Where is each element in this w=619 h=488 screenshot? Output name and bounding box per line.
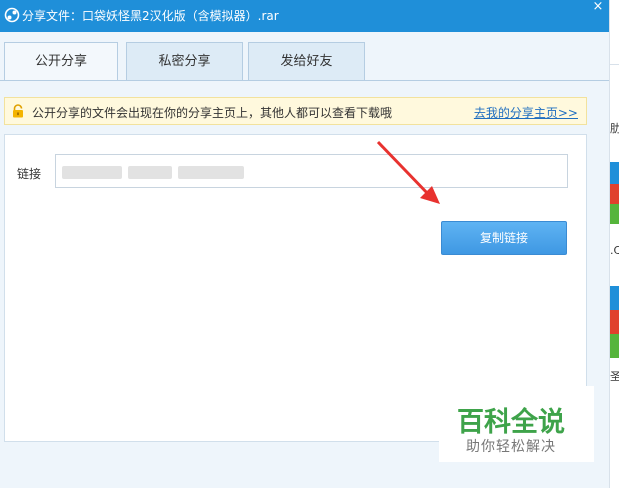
watermark-subtitle: 助你轻松解决 xyxy=(466,439,556,455)
share-logo-icon xyxy=(4,7,20,23)
tab-private-share[interactable]: 私密分享 xyxy=(126,42,243,80)
red-arrow-annotation xyxy=(376,140,440,204)
copy-link-button[interactable]: 复制链接 xyxy=(441,221,567,255)
window-title: 分享文件：口袋妖怪黑2汉化版（含模拟器）.rar xyxy=(22,9,279,23)
strip-block-green xyxy=(610,334,619,358)
watermark-title: 百科全说 xyxy=(457,407,565,438)
tab-public-share[interactable]: 公开分享 xyxy=(4,42,118,81)
blurred-link-segment xyxy=(62,166,122,179)
watermark: 百科全说 助你轻松解决 xyxy=(439,386,594,462)
strip-block-blue xyxy=(610,162,619,184)
link-label: 链接 xyxy=(17,167,42,181)
strip-text: .C xyxy=(610,244,619,257)
blurred-link-segment xyxy=(178,166,244,179)
notice-text: 公开分享的文件会出现在你的分享主页上，其他人都可以查看下载哦 xyxy=(32,106,393,120)
strip-text: 肋 xyxy=(610,122,619,135)
strip-block-red xyxy=(610,310,619,334)
share-link-field[interactable] xyxy=(55,154,568,188)
lock-icon xyxy=(13,104,23,118)
tab-send-friends[interactable]: 发给好友 xyxy=(248,42,365,80)
title-bar: 分享文件：口袋妖怪黑2汉化版（含模拟器）.rar × xyxy=(0,0,609,32)
strip-block-blue xyxy=(610,286,619,310)
blurred-link-segment xyxy=(128,166,172,179)
strip-block-red xyxy=(610,184,619,204)
background-window-strip: 肋 .C 圣 xyxy=(609,0,619,488)
my-share-home-link[interactable]: 去我的分享主页>> xyxy=(474,104,578,121)
strip-text: 圣 xyxy=(610,370,619,383)
tab-divider xyxy=(0,80,609,81)
share-dialog: 分享文件：口袋妖怪黑2汉化版（含模拟器）.rar × 公开分享 私密分享 发给好… xyxy=(0,0,609,488)
notice-bar: 公开分享的文件会出现在你的分享主页上，其他人都可以查看下载哦 去我的分享主页>> xyxy=(4,97,587,125)
strip-block-green xyxy=(610,204,619,224)
window-close-button[interactable]: × xyxy=(588,0,608,16)
strip-divider xyxy=(610,64,619,65)
